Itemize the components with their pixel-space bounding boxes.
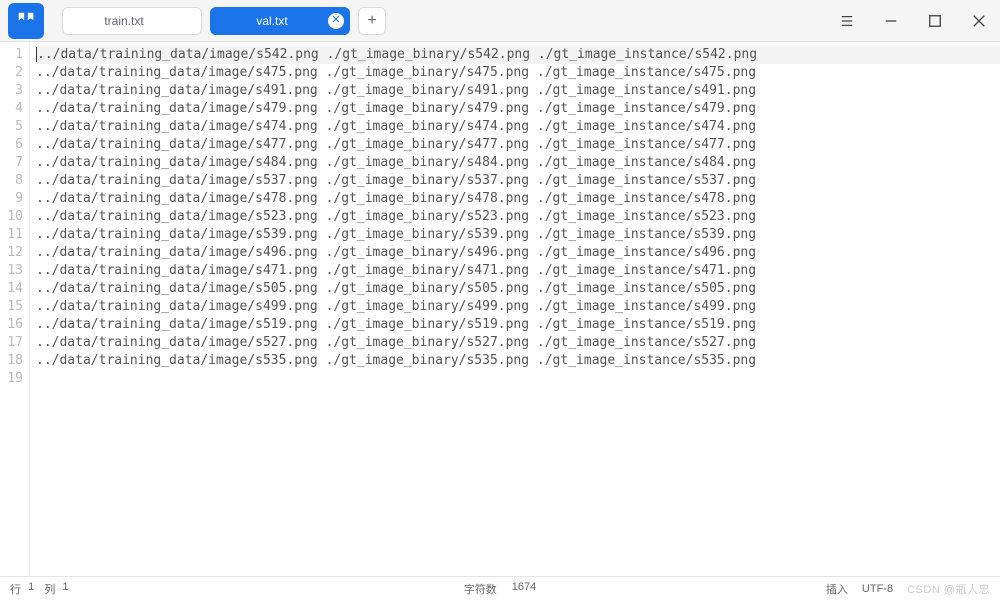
char-count-value: 1674 bbox=[512, 581, 536, 597]
editor-line[interactable]: ../data/training_data/image/s479.png ./g… bbox=[36, 100, 1000, 118]
char-count-label: 字符数 bbox=[464, 581, 497, 597]
line-number: 9 bbox=[0, 190, 29, 208]
line-number: 2 bbox=[0, 64, 29, 82]
title-bar: train.txt val.txt ✕ + bbox=[0, 0, 1000, 42]
maximize-button[interactable] bbox=[924, 10, 946, 32]
editor-content[interactable]: ../data/training_data/image/s542.png ./g… bbox=[30, 42, 1000, 576]
editor-line[interactable]: ../data/training_data/image/s496.png ./g… bbox=[36, 244, 1000, 262]
line-number: 6 bbox=[0, 136, 29, 154]
line-number: 19 bbox=[0, 370, 29, 388]
line-number: 12 bbox=[0, 244, 29, 262]
editor-line[interactable]: ../data/training_data/image/s537.png ./g… bbox=[36, 172, 1000, 190]
maximize-icon bbox=[928, 14, 942, 28]
tab-close-button[interactable]: ✕ bbox=[328, 13, 344, 29]
editor-line[interactable]: ../data/training_data/image/s505.png ./g… bbox=[36, 280, 1000, 298]
line-number-gutter: 12345678910111213141516171819 bbox=[0, 42, 30, 576]
minimize-icon bbox=[884, 14, 898, 28]
editor-line[interactable]: ../data/training_data/image/s475.png ./g… bbox=[36, 64, 1000, 82]
editor-line[interactable]: ../data/training_data/image/s491.png ./g… bbox=[36, 82, 1000, 100]
line-number: 8 bbox=[0, 172, 29, 190]
watermark: CSDN @瓶人忠 bbox=[907, 581, 990, 597]
col-value: 1 bbox=[62, 581, 68, 597]
editor-area[interactable]: 12345678910111213141516171819 ../data/tr… bbox=[0, 42, 1000, 576]
status-char-count: 字符数 1674 bbox=[464, 581, 537, 597]
line-number: 7 bbox=[0, 154, 29, 172]
window-controls bbox=[836, 10, 990, 32]
tab-train[interactable]: train.txt bbox=[62, 7, 202, 35]
plus-icon: + bbox=[367, 12, 376, 30]
col-label: 列 bbox=[44, 581, 55, 597]
line-number: 11 bbox=[0, 226, 29, 244]
editor-line[interactable]: ../data/training_data/image/s499.png ./g… bbox=[36, 298, 1000, 316]
line-number: 18 bbox=[0, 352, 29, 370]
editor-line[interactable]: ../data/training_data/image/s478.png ./g… bbox=[36, 190, 1000, 208]
line-number: 3 bbox=[0, 82, 29, 100]
editor-line[interactable]: ../data/training_data/image/s471.png ./g… bbox=[36, 262, 1000, 280]
insert-mode[interactable]: 插入 bbox=[826, 581, 848, 597]
tab-label: val.txt bbox=[256, 14, 287, 28]
editor-line[interactable]: ../data/training_data/image/s539.png ./g… bbox=[36, 226, 1000, 244]
encoding[interactable]: UTF-8 bbox=[862, 583, 893, 595]
close-window-button[interactable] bbox=[968, 10, 990, 32]
app-icon bbox=[8, 3, 44, 39]
line-number: 1 bbox=[0, 46, 29, 64]
tab-label: train.txt bbox=[104, 14, 143, 28]
line-number: 13 bbox=[0, 262, 29, 280]
line-number: 5 bbox=[0, 118, 29, 136]
editor-line[interactable]: ../data/training_data/image/s535.png ./g… bbox=[36, 352, 1000, 370]
line-number: 17 bbox=[0, 334, 29, 352]
tab-strip: train.txt val.txt ✕ + bbox=[62, 7, 386, 35]
status-cursor-pos: 行 1 列 1 bbox=[10, 581, 69, 597]
editor-line[interactable]: ../data/training_data/image/s542.png ./g… bbox=[36, 46, 1000, 64]
line-number: 16 bbox=[0, 316, 29, 334]
editor-line[interactable]: ../data/training_data/image/s477.png ./g… bbox=[36, 136, 1000, 154]
row-label: 行 bbox=[10, 581, 21, 597]
editor-line[interactable]: ../data/training_data/image/s523.png ./g… bbox=[36, 208, 1000, 226]
close-icon bbox=[972, 14, 986, 28]
line-number: 10 bbox=[0, 208, 29, 226]
minimize-button[interactable] bbox=[880, 10, 902, 32]
menu-icon bbox=[840, 14, 854, 28]
status-bar: 行 1 列 1 字符数 1674 插入 UTF-8 CSDN @瓶人忠 bbox=[0, 576, 1000, 600]
editor-line[interactable]: ../data/training_data/image/s527.png ./g… bbox=[36, 334, 1000, 352]
editor-line[interactable] bbox=[36, 370, 1000, 388]
row-value: 1 bbox=[28, 581, 34, 597]
line-number: 15 bbox=[0, 298, 29, 316]
line-number: 4 bbox=[0, 100, 29, 118]
line-number: 14 bbox=[0, 280, 29, 298]
editor-line[interactable]: ../data/training_data/image/s484.png ./g… bbox=[36, 154, 1000, 172]
tab-val[interactable]: val.txt ✕ bbox=[210, 7, 350, 35]
editor-line[interactable]: ../data/training_data/image/s474.png ./g… bbox=[36, 118, 1000, 136]
menu-button[interactable] bbox=[836, 10, 858, 32]
new-tab-button[interactable]: + bbox=[358, 7, 386, 35]
editor-line[interactable]: ../data/training_data/image/s519.png ./g… bbox=[36, 316, 1000, 334]
close-icon: ✕ bbox=[331, 15, 340, 26]
